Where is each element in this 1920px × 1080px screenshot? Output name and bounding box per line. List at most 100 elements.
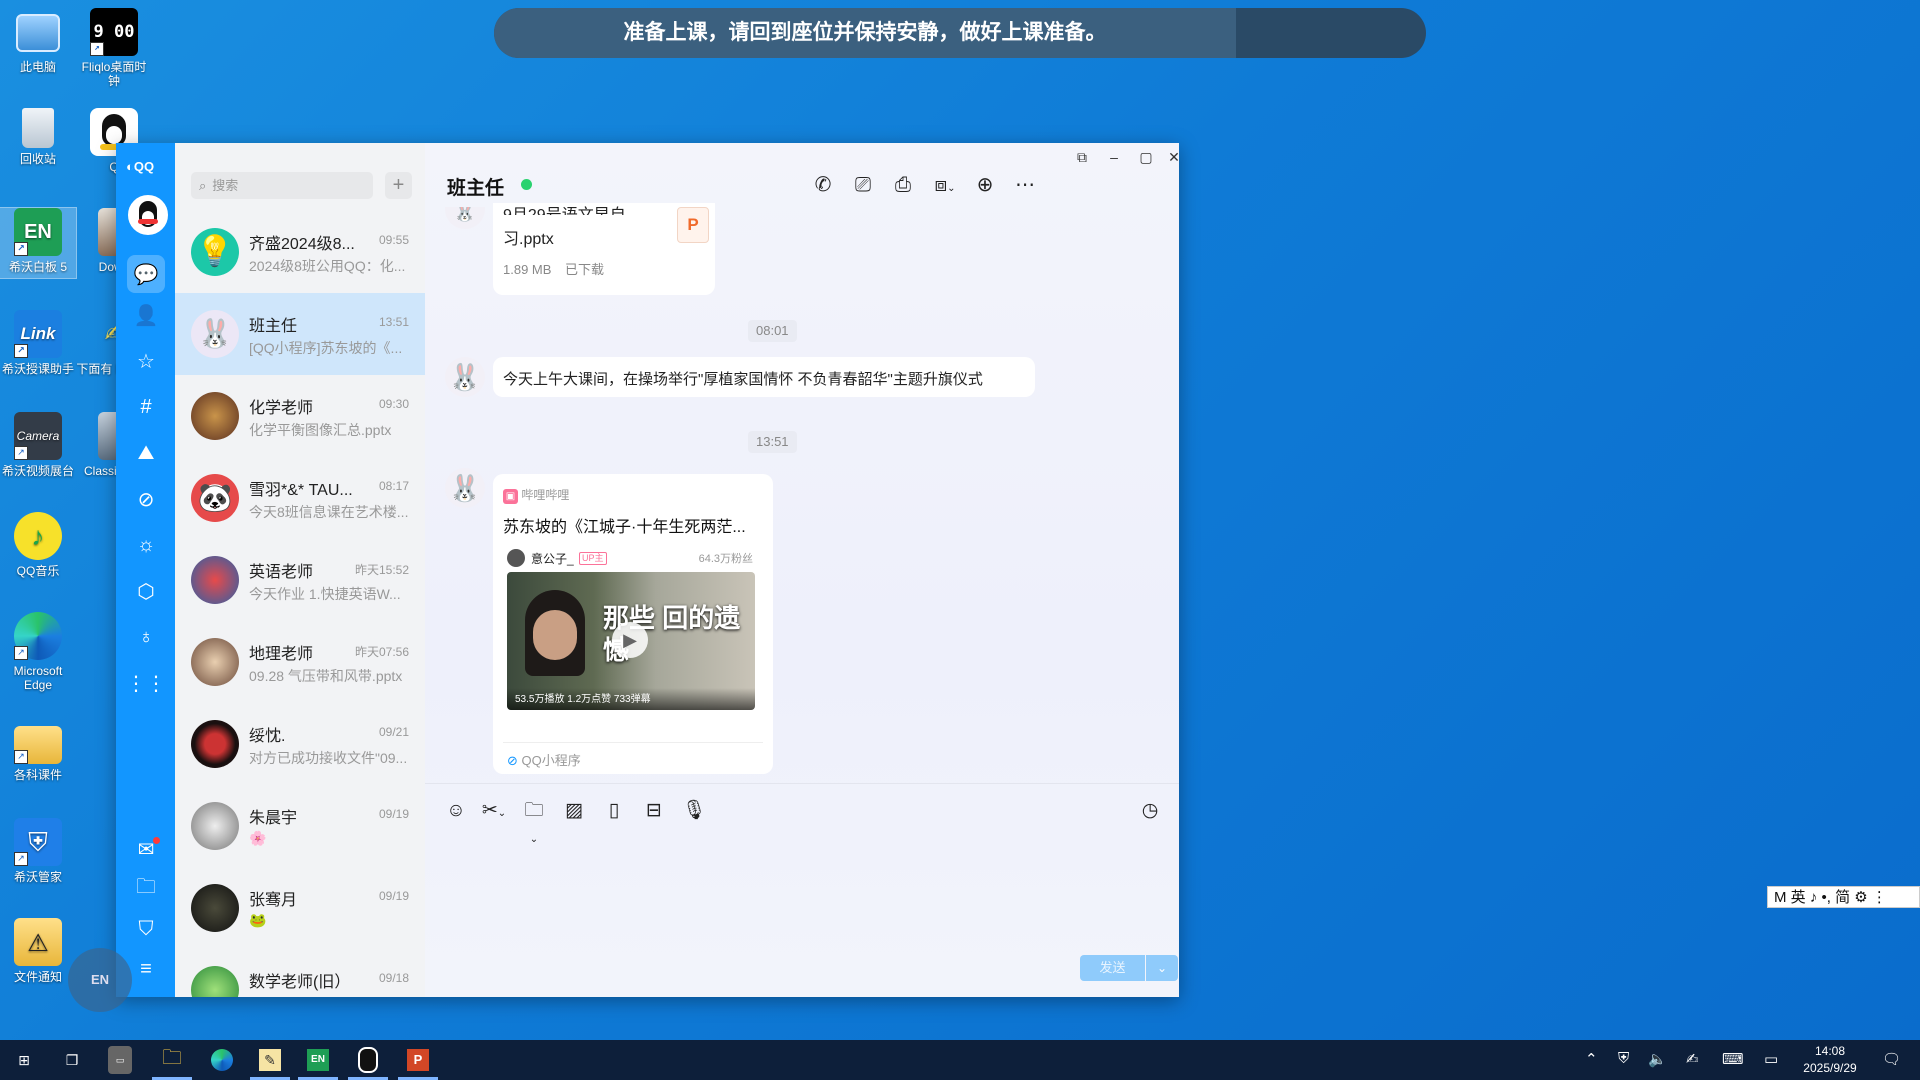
file-explorer-icon[interactable]: 🗀 [152, 1046, 192, 1080]
display-icon[interactable]: ▭ [1764, 1050, 1778, 1068]
nav-games-icon[interactable]: ⬡ [130, 575, 162, 607]
conversation-item[interactable]: 绥忱. 09/21 对方已成功接收文件"09... [175, 703, 425, 785]
minimize-icon[interactable]: – [1103, 149, 1125, 165]
fans-count: 64.3万粉丝 [698, 553, 753, 565]
nav-menu-icon[interactable]: ≡ [130, 953, 162, 985]
message-input[interactable] [443, 836, 1159, 936]
conversation-item[interactable]: 🐼 雪羽*&* TAU... 08:17 今天8班信息课在艺术楼... [175, 457, 425, 539]
send-options-chevron-icon[interactable]: ⌄ [1146, 955, 1178, 981]
nav-space-icon[interactable]: ♁ [130, 621, 162, 653]
desktop-icon-recycle-bin[interactable]: 回收站 [0, 108, 76, 166]
nav-mail-icon[interactable]: ✉ [130, 833, 162, 865]
more-icon[interactable]: ⋯ [1011, 171, 1039, 199]
tray-overflow-chevron-icon[interactable]: ⌃ [1585, 1050, 1598, 1068]
shake-icon[interactable]: ▯ [601, 798, 627, 824]
desktop-icon-edge[interactable]: ↗ Microsoft Edge [0, 612, 76, 692]
conversation-item[interactable]: 化学老师 09:30 化学平衡图像汇总.pptx [175, 375, 425, 457]
easinote-floating-ball[interactable]: EN [68, 948, 132, 1012]
conversation-item[interactable]: 朱晨宇 09/19 🌸 [175, 785, 425, 867]
desktop-icon-fliqlo[interactable]: 9 00 ↗ Fliqlo桌面时钟 [76, 8, 152, 88]
video-thumbnail[interactable]: 那些 回的遗憾 ▶ 53.5万播放 1.2万点赞 733弹幕 [507, 572, 755, 710]
voice-call-icon[interactable]: ✆ [809, 171, 837, 199]
desktop-icon-courseware-folder[interactable]: ↗ 各科课件 [0, 720, 76, 782]
nav-rail: ◐QQ 💬 👤 ☆ # ⛰ ⊘ ☼ ⬡ ♁ ⋮⋮ ✉ 🗀 ⛉ ≡ [116, 143, 175, 997]
video-call-icon[interactable]: ⎚ [849, 171, 877, 199]
red-packet-icon[interactable]: ⊟ [641, 798, 667, 824]
nav-messages-icon[interactable]: 💬 [127, 255, 165, 293]
qq-icon[interactable] [348, 1046, 388, 1080]
desktop-icon-label: 文件通知 [13, 970, 62, 984]
keyboard-icon[interactable]: ⌨ [1722, 1050, 1744, 1068]
file-message[interactable]: 9月29号语文早自 习.pptx P 1.89 MB 已下载 [493, 203, 715, 295]
nav-apps-icon[interactable]: ⋮⋮ [126, 667, 166, 699]
search-icon: ⌕ [199, 178, 207, 193]
desktop-icon-easinote[interactable]: EN ↗ 希沃白板 5 [0, 207, 77, 279]
sticky-notes-icon[interactable]: ✎ [250, 1046, 290, 1080]
nav-weather-icon[interactable]: ☼ [130, 529, 162, 561]
edge-icon[interactable] [208, 1046, 236, 1074]
play-icon[interactable]: ▶ [612, 622, 648, 658]
desktop-icon-label: 希沃视频展台 [1, 464, 74, 478]
desktop-icon-seewo-link[interactable]: Link ↗ 希沃授课助手 [0, 310, 76, 376]
search-input[interactable]: ⌕ 搜索 [191, 172, 373, 199]
pin-window-icon[interactable]: ⧉ [1071, 149, 1093, 166]
volume-icon[interactable]: 🔈 [1648, 1050, 1667, 1068]
image-icon[interactable]: ▨ [561, 798, 587, 824]
start-icon[interactable]: ⊞ [10, 1046, 38, 1074]
nav-link-icon[interactable]: ⊘ [130, 483, 162, 515]
input-area: ☺ ✂⌄ 🗀⌄ ▨ ▯ ⊟ 🎙 ◷ [425, 783, 1179, 998]
nav-contacts-icon[interactable]: 👤 [130, 299, 162, 331]
shortcut-arrow-icon: ↗ [90, 42, 104, 56]
add-button[interactable]: + [385, 172, 412, 199]
security-tray-icon[interactable]: ⛨ [1618, 1050, 1629, 1067]
computer-icon [16, 14, 60, 52]
mini-program-card[interactable]: ▣ 哔哩哔哩 苏东坡的《江城子·十年生死两茫... 意公子_ UP主 64.3万… [493, 474, 773, 774]
conversation-item[interactable]: 地理老师 昨天07:56 09.28 气压带和风带.pptx [175, 621, 425, 703]
easinote-icon[interactable]: EN [298, 1046, 338, 1080]
screenshot-icon[interactable]: ✂⌄ [481, 798, 507, 824]
nav-favorites-icon[interactable]: ☆ [130, 345, 162, 377]
desktop-icon-qq-music[interactable]: ♪ QQ音乐 [0, 512, 76, 578]
my-avatar[interactable] [128, 195, 168, 235]
ime-toolbar[interactable]: M 英 ♪ •, 简 ⚙ ⋮ [1767, 886, 1920, 908]
nav-folder-icon[interactable]: 🗀 [130, 873, 162, 905]
close-icon[interactable]: ✕ [1163, 149, 1185, 166]
timestamp: 08:01 [748, 320, 797, 342]
conversation-item[interactable]: 🐰 班主任 13:51 [QQ小程序]苏东坡的《... [175, 293, 425, 375]
send-button[interactable]: 发送 [1080, 955, 1145, 981]
qq-tool-icon[interactable]: ▭ [108, 1046, 132, 1074]
avatar [191, 802, 239, 850]
nav-channels-icon[interactable]: # [130, 391, 162, 423]
taskbar-clock[interactable]: 14:08 2025/9/29 [1785, 1043, 1875, 1077]
emoji-icon[interactable]: ☺ [443, 798, 469, 824]
desktop-icon-seewo-guard[interactable]: ⛨ ↗ 希沃管家 [0, 818, 76, 884]
file-size: 1.89 MB [503, 262, 552, 277]
notification-icon[interactable]: 🗨 [1882, 1050, 1901, 1068]
conversation-item[interactable]: 数学老师(旧） 09/18 [175, 949, 425, 997]
history-icon[interactable]: ◷ [1137, 798, 1163, 824]
pen-tray-icon[interactable]: ✍ [1686, 1050, 1699, 1068]
task-view-icon[interactable]: ❐ [58, 1046, 86, 1074]
nav-gallery-icon[interactable]: ⛰ [130, 437, 162, 469]
file-icon[interactable]: 🗀⌄ [521, 798, 547, 845]
video-stats: 53.5万播放 1.2万点赞 733弹幕 [515, 694, 651, 705]
notice-text: 准备上课，请回到座位并保持安静，做好上课准备。 [623, 21, 1107, 44]
conversation-item[interactable]: 💡 齐盛2024级8... 09:55 2024级8班公用QQ：化... [175, 211, 425, 293]
conversation-item[interactable]: 张骞月 09/19 🐸 [175, 867, 425, 949]
desktop-icon-this-pc[interactable]: 此电脑 [0, 8, 76, 74]
invite-icon[interactable]: ⊕ [971, 171, 999, 199]
maximize-icon[interactable]: ▢ [1135, 149, 1157, 166]
nav-bookmark-icon[interactable]: ⛉ [130, 913, 162, 945]
text-message[interactable]: 今天上午大课间，在操场举行"厚植家国情怀 不负青春韶华"主题升旗仪式 [493, 357, 1035, 397]
desktop-icon-seewo-camera[interactable]: Camera ↗ 希沃视频展台 [0, 412, 76, 478]
qq-music-icon: ♪ [14, 512, 62, 560]
powerpoint-icon[interactable]: P [398, 1046, 438, 1080]
desktop-icon-file-notice[interactable]: ⚠ 文件通知 [0, 918, 76, 984]
screen-share-icon[interactable]: ⎙ [889, 171, 917, 199]
desktop-icon-label: QQ音乐 [16, 564, 60, 578]
avatar: 🐼 [191, 474, 239, 522]
conversation-item[interactable]: 英语老师 昨天15:52 今天作业 1.快捷英语W... [175, 539, 425, 621]
microphone-icon[interactable]: 🎙 [681, 798, 707, 824]
clock-time: 14:08 [1814, 1044, 1846, 1058]
remote-assist-icon[interactable]: ⧈⌄ [931, 171, 959, 199]
